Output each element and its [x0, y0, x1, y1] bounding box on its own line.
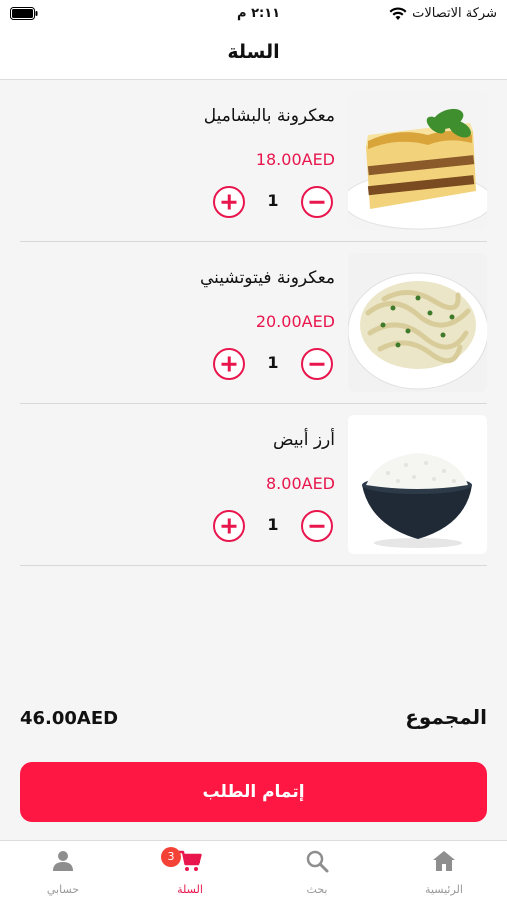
- total-value: 46.00AED: [20, 708, 119, 729]
- tab-label: السلة: [177, 883, 203, 896]
- tab-account[interactable]: حسابي: [0, 841, 126, 900]
- tab-bar: حسابي السلة 3 بحث الرئيسية: [0, 840, 507, 900]
- battery-icon: [10, 7, 38, 20]
- total-label: المجموع: [405, 705, 487, 729]
- page-title: السلة: [227, 41, 280, 63]
- item-quantity: 1: [267, 191, 279, 210]
- cart-count-badge: 3: [161, 847, 181, 867]
- tab-label: بحث: [306, 883, 328, 896]
- order-total: المجموع 46.00AED: [20, 705, 487, 737]
- increase-quantity-button[interactable]: [213, 186, 245, 218]
- item-name: معكرونة بالبشاميل: [203, 106, 335, 126]
- checkout-button[interactable]: إتمام الطلب: [20, 762, 487, 822]
- status-bar: شركة الاتصالات ٢:١١ م: [0, 0, 507, 30]
- home-icon: [433, 851, 455, 871]
- lasagna-dish-image: [348, 91, 487, 230]
- increase-quantity-button[interactable]: [213, 510, 245, 542]
- item-quantity: 1: [267, 353, 279, 372]
- quantity-stepper: 1: [213, 186, 333, 218]
- fettuccine-dish-image: [348, 253, 487, 392]
- decrease-quantity-button[interactable]: [301, 186, 333, 218]
- tab-label: حسابي: [46, 883, 80, 896]
- cart-item: أرز أبيض 8.00AED 1: [20, 404, 487, 566]
- item-price: 20.00AED: [255, 312, 335, 331]
- decrease-quantity-button[interactable]: [301, 510, 333, 542]
- clock: ٢:١١ م: [237, 6, 281, 21]
- tab-search[interactable]: بحث: [254, 841, 380, 900]
- quantity-stepper: 1: [213, 348, 333, 380]
- cart-list: معكرونة بالبشاميل 18.00AED 1 معكرونة فيت…: [0, 80, 507, 566]
- tab-home[interactable]: الرئيسية: [381, 841, 507, 900]
- item-name: أرز أبيض: [273, 430, 335, 450]
- tab-cart[interactable]: السلة: [127, 841, 253, 900]
- carrier-info: شركة الاتصالات: [389, 6, 497, 21]
- item-quantity: 1: [267, 515, 279, 534]
- item-name: معكرونة فيتوتشيني: [199, 268, 335, 288]
- page-header: السلة: [0, 30, 507, 80]
- carrier-name: شركة الاتصالات: [412, 6, 497, 21]
- cart-item: معكرونة بالبشاميل 18.00AED 1: [20, 80, 487, 242]
- increase-quantity-button[interactable]: [213, 348, 245, 380]
- wifi-icon: [389, 6, 407, 20]
- white-rice-bowl-image: [348, 415, 487, 554]
- cart-icon: [179, 850, 202, 871]
- item-price: 18.00AED: [255, 150, 335, 169]
- person-icon: [53, 851, 73, 871]
- tab-label: الرئيسية: [425, 883, 463, 896]
- cart-item: معكرونة فيتوتشيني 20.00AED 1: [20, 242, 487, 404]
- decrease-quantity-button[interactable]: [301, 348, 333, 380]
- quantity-stepper: 1: [213, 510, 333, 542]
- item-price: 8.00AED: [266, 474, 335, 493]
- search-icon: [306, 850, 329, 873]
